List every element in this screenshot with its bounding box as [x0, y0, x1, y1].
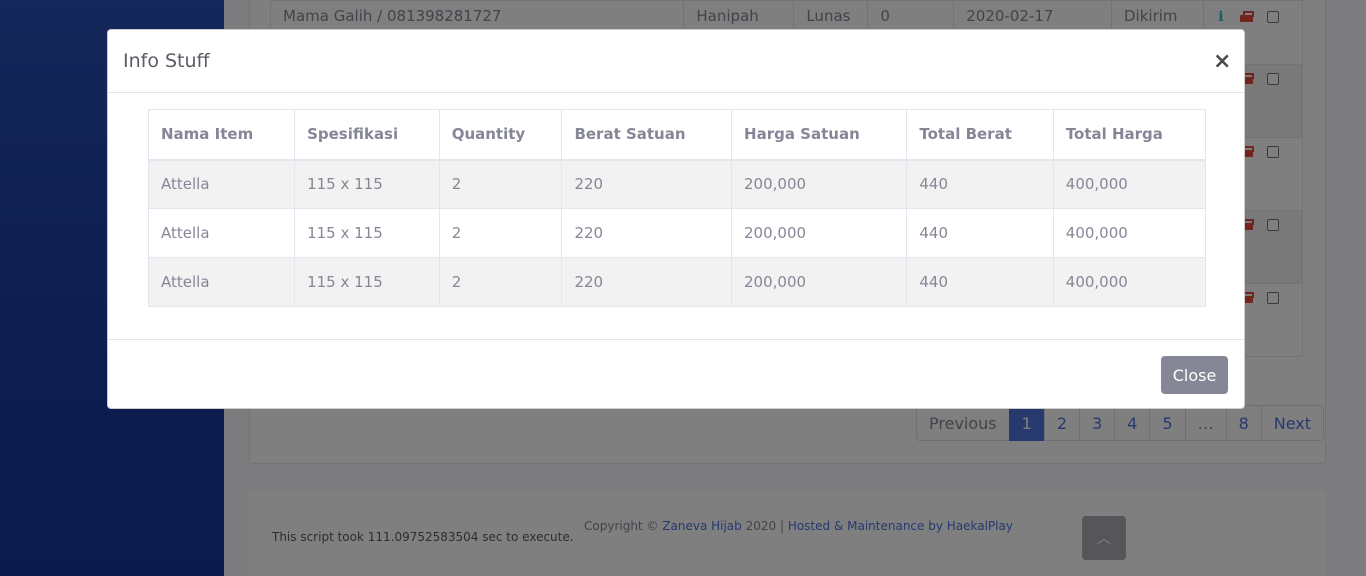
modal-footer: Close: [108, 339, 1244, 409]
table-cell: 400,000: [1052, 257, 1207, 307]
column-header: Total Harga: [1052, 109, 1207, 161]
column-header: Harga Satuan: [731, 109, 908, 161]
table-cell: 2: [438, 257, 563, 307]
table-row: Attella 115 x 115 2 220 200,000 440 400,000: [147, 208, 1207, 258]
table-cell: 220: [561, 159, 733, 209]
table-cell: 115 x 115: [294, 159, 440, 209]
table-cell: 400,000: [1052, 208, 1207, 258]
table-cell: 220: [561, 208, 733, 258]
table-cell: 115 x 115: [294, 208, 440, 258]
info-stuff-table: Nama Item Spesifikasi Quantity Berat Satuan…: [147, 109, 1207, 307]
table-cell: 220: [561, 257, 733, 307]
table-cell: 400,000: [1052, 159, 1207, 209]
table-cell: 200,000: [731, 208, 908, 258]
column-header: Spesifikasi: [294, 109, 440, 161]
table-cell: 440: [906, 257, 1054, 307]
column-header: Total Berat: [906, 109, 1054, 161]
column-header: Quantity: [438, 109, 563, 161]
column-header: Berat Satuan: [561, 109, 733, 161]
modal-title: Info Stuff: [123, 50, 210, 72]
table-row: Attella 115 x 115 2 220 200,000 440 400,000: [147, 159, 1207, 209]
table-cell: 440: [906, 159, 1054, 209]
column-header: Nama Item: [147, 109, 296, 161]
table-cell: 200,000: [731, 257, 908, 307]
table-row: Attella 115 x 115 2 220 200,000 440 400,000: [147, 257, 1207, 307]
modal-body: Nama Item Spesifikasi Quantity Berat Satuan…: [108, 93, 1244, 339]
table-cell: Attella: [147, 159, 296, 209]
table-cell: 200,000: [731, 159, 908, 209]
table-cell: 2: [438, 208, 563, 258]
close-icon[interactable]: ×: [1213, 49, 1231, 74]
table-cell: Attella: [147, 208, 296, 258]
table-cell: 115 x 115: [294, 257, 440, 307]
table-cell: 2: [438, 159, 563, 209]
table-cell: 440: [906, 208, 1054, 258]
modal-header: Info Stuff ×: [108, 30, 1244, 93]
table-cell: Attella: [147, 257, 296, 307]
close-button[interactable]: Close: [1161, 356, 1228, 394]
info-stuff-modal: Info Stuff × Nama Item Spesifikasi Quantit…: [107, 29, 1245, 409]
